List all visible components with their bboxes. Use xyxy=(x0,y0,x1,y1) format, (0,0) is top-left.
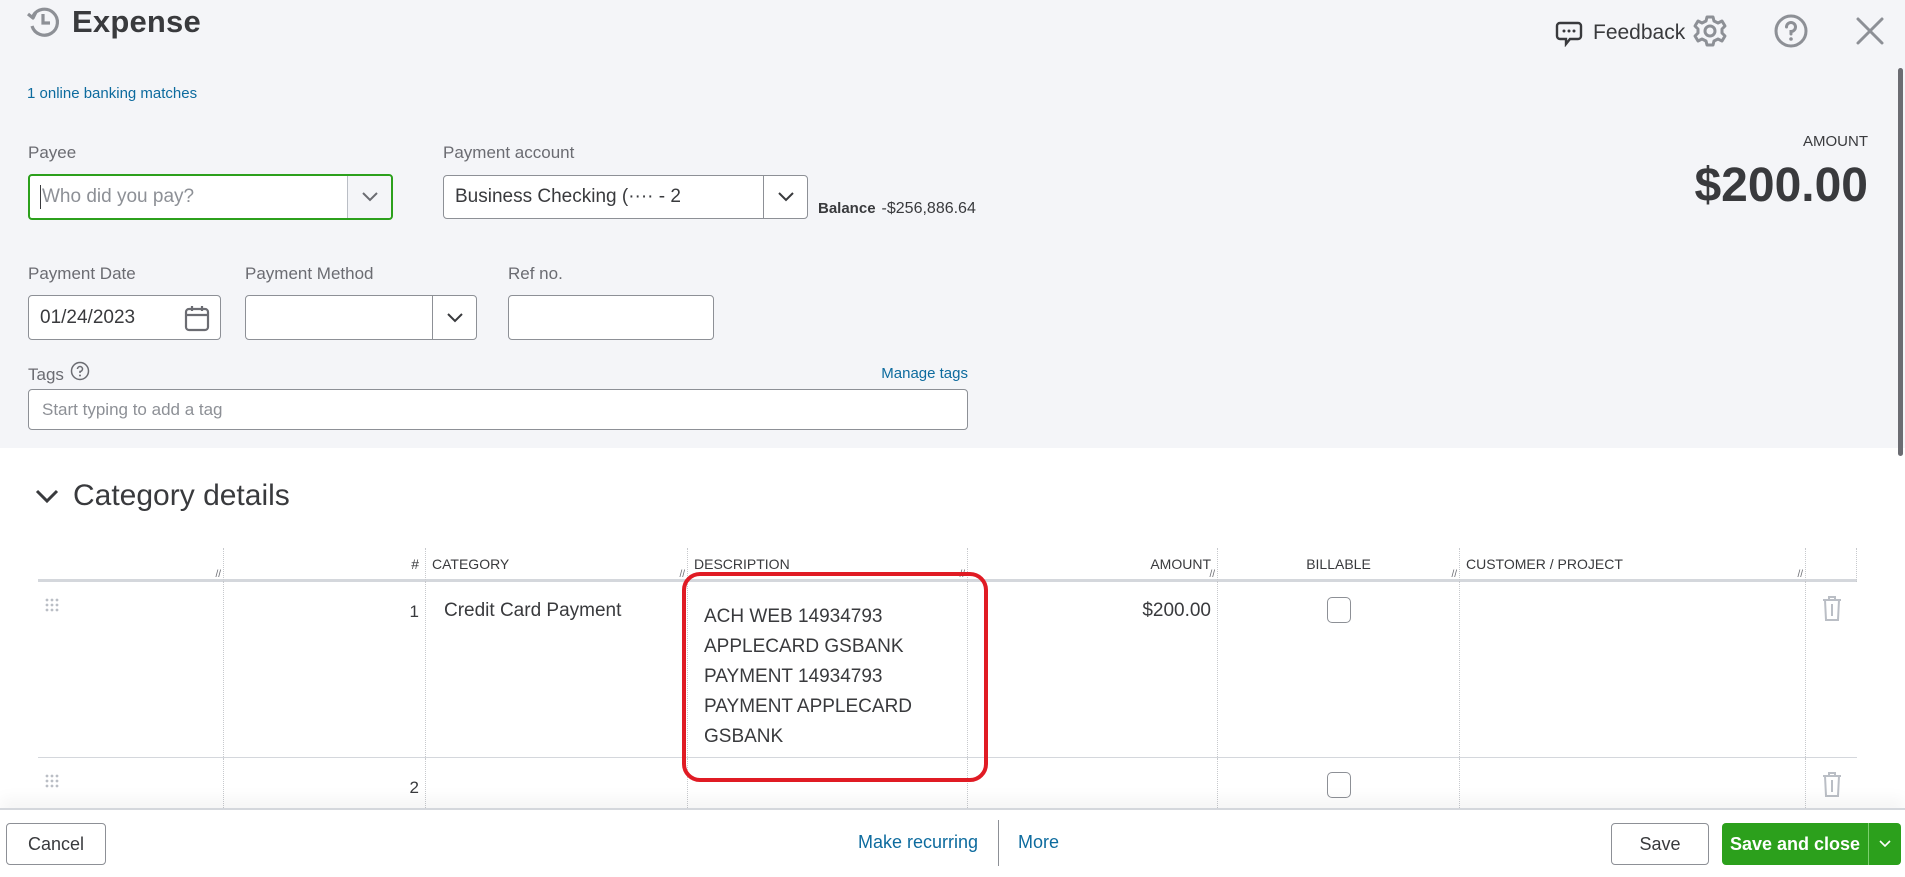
column-resize-handle[interactable]: // xyxy=(679,569,685,580)
amount-label: AMOUNT xyxy=(1803,133,1868,150)
feedback-label: Feedback xyxy=(1593,21,1686,44)
chevron-down-icon xyxy=(1879,840,1891,848)
payment-account-value: Business Checking (···· - 2 xyxy=(455,186,681,207)
category-details-table: // # CATEGORY// DESCRIPTION// AMOUNT// B… xyxy=(38,548,1857,818)
balance-display: Balance -$256,886.64 xyxy=(818,200,976,218)
balance-value: -$256,886.64 xyxy=(881,200,976,217)
payment-method-label: Payment Method xyxy=(245,264,374,283)
description-line: ACH WEB 14934793 xyxy=(704,606,883,627)
tags-input[interactable]: Start typing to add a tag xyxy=(28,389,968,430)
chevron-down-icon xyxy=(446,312,463,322)
payment-date-label: Payment Date xyxy=(28,264,136,283)
tags-label: Tags xyxy=(28,365,64,384)
payment-account-dropdown-button[interactable] xyxy=(763,176,807,218)
payment-account-label: Payment account xyxy=(443,143,575,162)
payment-method-dropdown-button[interactable] xyxy=(432,296,476,339)
header-billable: BILLABLE // xyxy=(1218,548,1460,582)
row-number: 1 xyxy=(224,582,426,757)
amount-total: $200.00 xyxy=(1694,159,1868,212)
description-cell[interactable]: ACH WEB 14934793 APPLECARD GSBANK PAYMEN… xyxy=(688,582,968,757)
gear-icon[interactable] xyxy=(1692,13,1728,49)
payment-method-select[interactable] xyxy=(245,295,477,340)
payee-dropdown-button[interactable] xyxy=(347,176,391,218)
column-resize-handle[interactable]: // xyxy=(1797,569,1803,580)
category-details-title[interactable]: Category details xyxy=(73,479,290,513)
trash-icon[interactable] xyxy=(1820,594,1844,622)
column-resize-handle[interactable]: // xyxy=(959,569,965,580)
header-amount: AMOUNT// xyxy=(968,548,1218,582)
trash-icon[interactable] xyxy=(1820,770,1844,798)
payee-label: Payee xyxy=(28,143,77,162)
more-link[interactable]: More xyxy=(1018,832,1059,853)
chevron-down-icon xyxy=(361,192,378,202)
payment-date-value[interactable]: 01/24/2023 xyxy=(29,307,184,329)
help-icon[interactable] xyxy=(70,361,90,381)
save-and-close-button[interactable]: Save and close xyxy=(1722,823,1868,865)
actions-cell xyxy=(1806,582,1857,757)
header-billable-label: BILLABLE xyxy=(1306,556,1371,572)
header-actions xyxy=(1806,548,1857,582)
header-customer-project-label: CUSTOMER / PROJECT xyxy=(1466,556,1623,572)
payee-combobox[interactable]: Who did you pay? xyxy=(28,174,393,220)
scrollbar[interactable] xyxy=(1898,68,1903,456)
header-drag-column: // xyxy=(38,548,224,582)
header-category-label: CATEGORY xyxy=(432,556,510,572)
chevron-down-icon xyxy=(777,192,794,202)
drag-cell xyxy=(38,582,224,757)
tags-placeholder: Start typing to add a tag xyxy=(42,399,223,419)
ref-no-input[interactable] xyxy=(508,295,714,340)
page-title: Expense xyxy=(72,4,201,39)
customer-project-cell[interactable] xyxy=(1460,582,1806,757)
balance-label: Balance xyxy=(818,200,876,217)
calendar-icon[interactable] xyxy=(184,304,210,332)
header-number-label: # xyxy=(411,556,419,572)
drag-handle-icon[interactable] xyxy=(45,598,59,612)
billable-cell xyxy=(1218,582,1460,757)
header-number: # xyxy=(224,548,426,582)
description-line: PAYMENT APPLECARD xyxy=(704,696,913,717)
description-line: APPLECARD GSBANK xyxy=(704,636,904,657)
payment-account-select[interactable]: Business Checking (···· - 2 xyxy=(443,175,808,219)
billable-checkbox[interactable] xyxy=(1327,597,1351,623)
table-row[interactable]: 1 Credit Card Payment ACH WEB 14934793 A… xyxy=(38,582,1857,758)
category-cell[interactable]: Credit Card Payment xyxy=(426,582,688,757)
header-category: CATEGORY // xyxy=(426,548,688,582)
online-banking-matches-link[interactable]: 1 online banking matches xyxy=(27,85,197,102)
header-customer-project: CUSTOMER / PROJECT // xyxy=(1460,548,1806,582)
column-resize-handle[interactable]: // xyxy=(1209,569,1215,580)
amount-cell[interactable]: $200.00 xyxy=(968,582,1218,757)
close-icon[interactable] xyxy=(1853,14,1887,48)
header-description-label: DESCRIPTION xyxy=(694,556,790,572)
help-icon[interactable] xyxy=(1773,13,1809,49)
footer-bar: Cancel Make recurring More Save Save and… xyxy=(0,808,1905,877)
history-clock-icon[interactable] xyxy=(25,4,61,40)
make-recurring-link[interactable]: Make recurring xyxy=(858,832,978,853)
cancel-button[interactable]: Cancel xyxy=(6,823,106,865)
column-resize-handle[interactable]: // xyxy=(1451,569,1457,580)
save-button[interactable]: Save xyxy=(1611,823,1709,865)
payee-input[interactable]: Who did you pay? xyxy=(41,186,347,208)
table-header: // # CATEGORY// DESCRIPTION// AMOUNT// B… xyxy=(38,548,1857,582)
billable-checkbox[interactable] xyxy=(1327,772,1351,798)
feedback-button[interactable]: Feedback xyxy=(1555,16,1685,50)
manage-tags-link[interactable]: Manage tags xyxy=(881,365,968,382)
description-line: PAYMENT 14934793 xyxy=(704,666,883,687)
description-line: GSBANK xyxy=(704,726,784,747)
header-description: DESCRIPTION // xyxy=(688,548,968,582)
ref-no-label: Ref no. xyxy=(508,264,563,283)
save-options-dropdown-button[interactable] xyxy=(1868,823,1901,865)
header-amount-label: AMOUNT xyxy=(1150,556,1211,572)
chevron-down-icon[interactable] xyxy=(34,484,60,510)
feedback-chat-icon xyxy=(1555,21,1583,47)
footer-divider xyxy=(998,820,999,866)
payment-date-field[interactable]: 01/24/2023 xyxy=(28,295,221,340)
drag-handle-icon[interactable] xyxy=(45,774,59,788)
column-resize-handle[interactable]: // xyxy=(215,569,221,580)
